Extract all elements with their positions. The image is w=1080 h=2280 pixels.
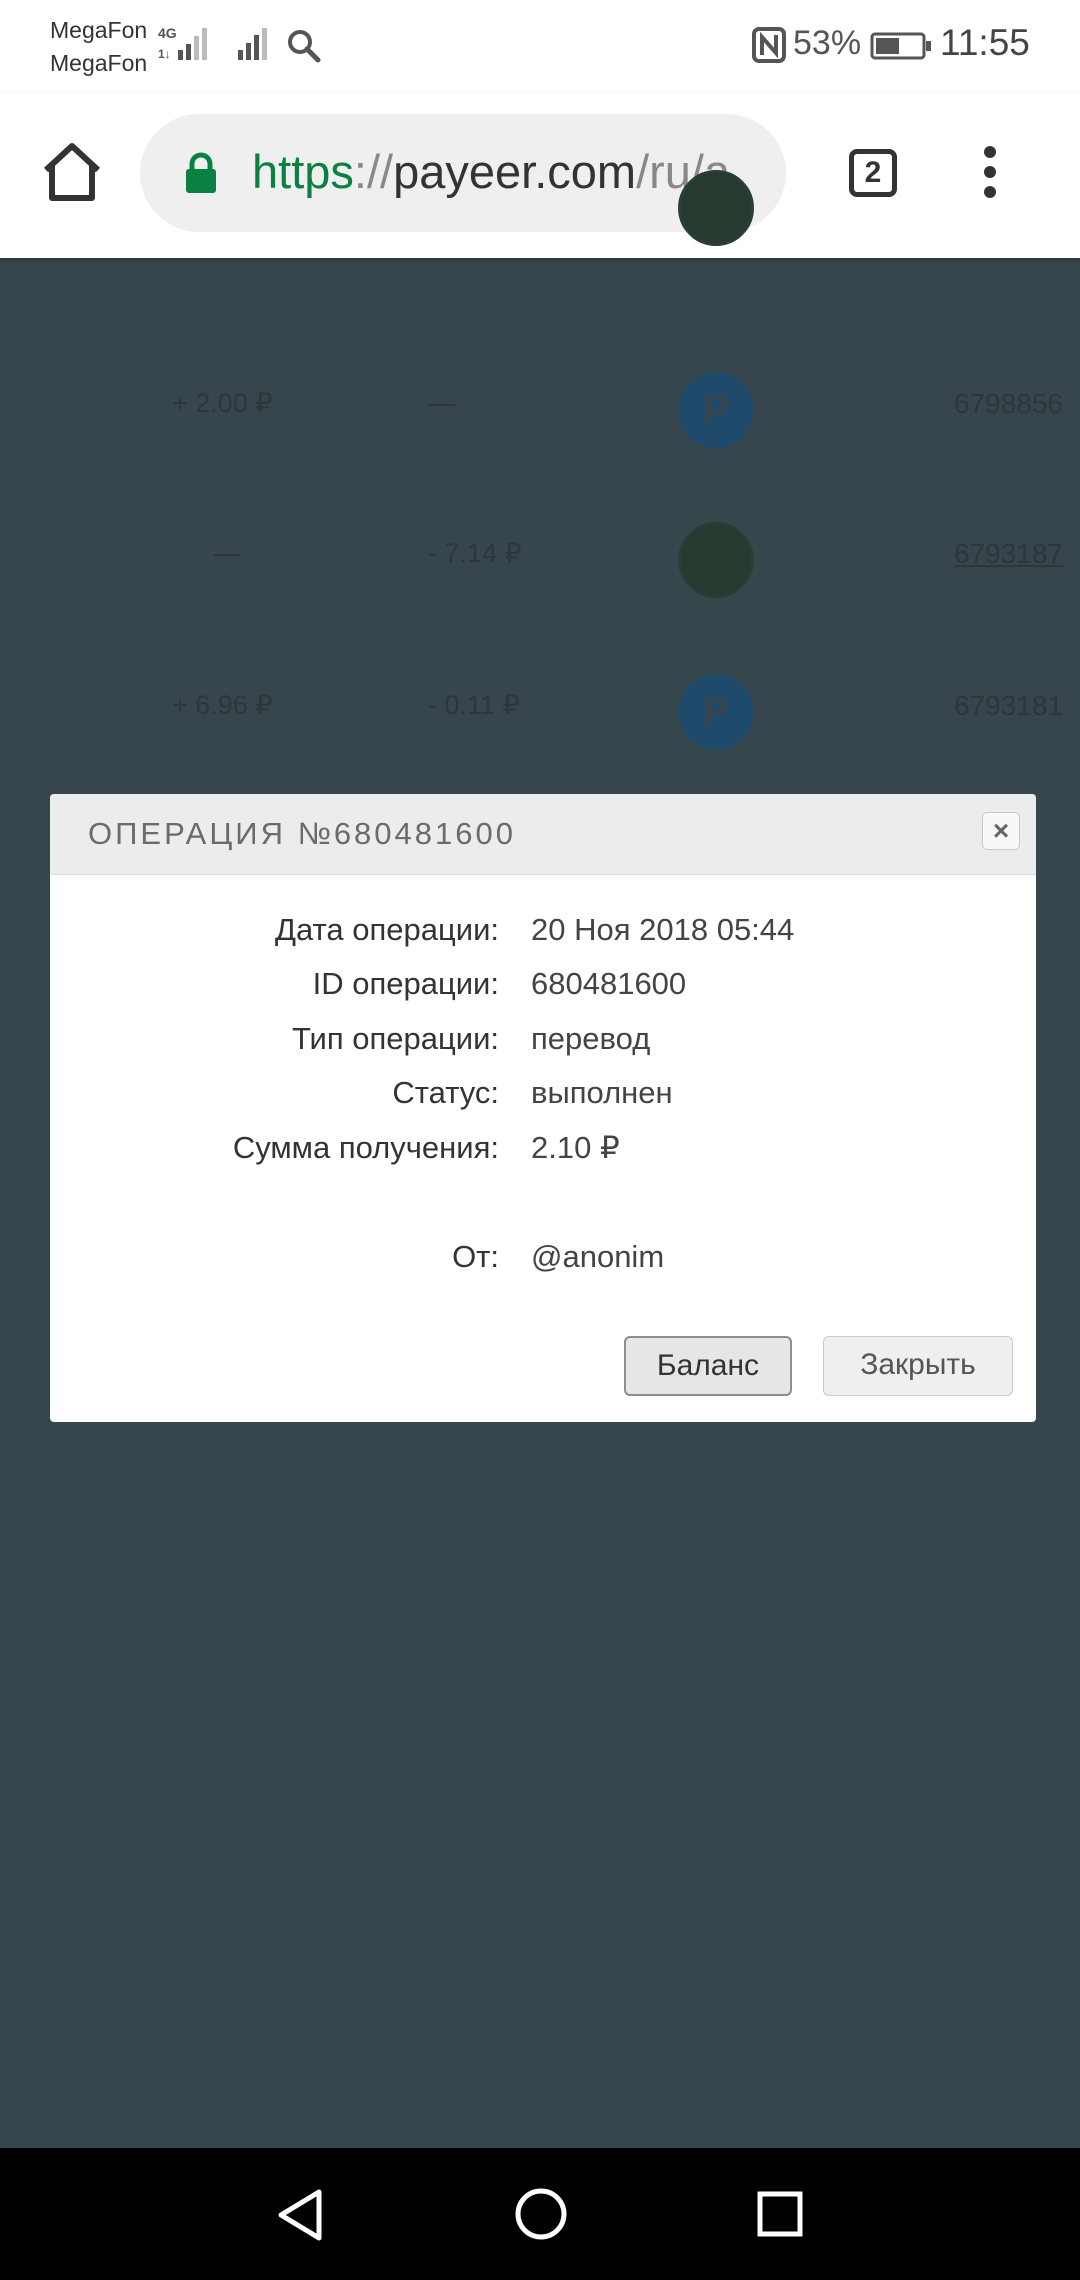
table-row: + 6.96 ₽ - 0.11 ₽ P 6793181 — [0, 660, 1080, 760]
home-circle-icon[interactable] — [514, 2187, 568, 2241]
operation-id: 6798856 — [954, 388, 1064, 419]
table-row: — - 7.14 ₽ 6793187 — [0, 508, 1080, 608]
svg-text:4G: 4G — [158, 25, 177, 41]
search-icon — [288, 30, 321, 63]
payeer-icon: P — [678, 674, 754, 750]
field-row-from: От: @anonim — [50, 1239, 1036, 1283]
amount-in: — — [214, 538, 241, 568]
signal-icon — [238, 28, 267, 60]
balance-button[interactable]: Баланс — [624, 1336, 792, 1396]
table-row — [0, 170, 1080, 310]
tab-switcher-button[interactable]: 2 — [849, 149, 897, 197]
field-row-type: Тип операции: перевод — [50, 1021, 1036, 1065]
battery-percent: 53% — [793, 24, 862, 62]
field-row-id: ID операции: 680481600 — [50, 966, 1036, 1010]
url-text[interactable]: https://payeer.com/ru/a — [252, 144, 730, 199]
field-row-amount: Сумма получения: 2.10 ₽ — [50, 1130, 1036, 1174]
more-menu-icon[interactable] — [984, 146, 998, 206]
payeer-icon: P — [678, 372, 754, 448]
carrier-1: MegaFon — [50, 17, 148, 43]
from-label: От: — [452, 1239, 499, 1274]
wallet-icon — [678, 170, 754, 246]
from-value: @anonim — [531, 1239, 665, 1274]
clock: 11:55 — [940, 22, 1030, 63]
amount-out: - 0.11 ₽ — [428, 690, 520, 720]
amount-out: - 7.14 ₽ — [428, 538, 522, 568]
status-value: выполнен — [531, 1075, 673, 1110]
amount-value: 2.10 ₽ — [531, 1130, 620, 1165]
amount-in: + 6.96 ₽ — [172, 690, 273, 720]
signal-4g-icon: 4G 1↓ — [158, 25, 207, 61]
date-label: Дата операции: — [274, 912, 499, 947]
amount-out: — — [428, 388, 455, 418]
id-value: 680481600 — [531, 966, 687, 1001]
wallet-icon — [678, 522, 754, 598]
dialog-title: ОПЕРАЦИЯ №680481600 — [88, 816, 516, 851]
nfc-icon — [752, 27, 786, 63]
date-value: 20 Ноя 2018 05:44 — [531, 912, 795, 947]
status-label: Статус: — [392, 1075, 499, 1110]
type-label: Тип операции: — [291, 1021, 499, 1056]
lock-icon — [186, 152, 216, 193]
field-row-date: Дата операции: 20 Ноя 2018 05:44 — [50, 912, 1036, 956]
table-row: + 2.00 ₽ — P 6798856 — [0, 358, 1080, 458]
amount-label: Сумма получения: — [232, 1130, 499, 1165]
navigation-bar — [0, 2148, 1080, 2280]
operation-id: 6793181 — [954, 690, 1064, 721]
close-icon[interactable]: × — [982, 812, 1020, 850]
recent-apps-icon[interactable] — [756, 2190, 804, 2238]
home-icon[interactable] — [40, 142, 104, 202]
carrier-2: MegaFon — [50, 50, 148, 76]
battery-icon — [870, 32, 931, 60]
id-label: ID операции: — [312, 966, 499, 1001]
url-separator: :// — [353, 145, 394, 198]
carrier-names: MegaFon MegaFon — [50, 14, 147, 80]
type-value: перевод — [531, 1021, 651, 1056]
svg-text:1↓: 1↓ — [158, 47, 171, 61]
url-host: payeer.com — [393, 145, 637, 198]
dialog-header: ОПЕРАЦИЯ №680481600 × — [50, 794, 1036, 875]
field-row-status: Статус: выполнен — [50, 1075, 1036, 1119]
back-icon[interactable] — [275, 2188, 325, 2242]
url-scheme: https — [252, 145, 354, 198]
close-button[interactable]: Закрыть — [823, 1336, 1013, 1396]
operation-id-link[interactable]: 6793187 — [954, 538, 1063, 570]
amount-in: + 2.00 ₽ — [172, 388, 273, 418]
status-bar: MegaFon MegaFon 4G 1↓ 53% 11:55 — [0, 0, 1080, 92]
operation-dialog: ОПЕРАЦИЯ №680481600 × Дата операции: 20 … — [50, 794, 1036, 1422]
